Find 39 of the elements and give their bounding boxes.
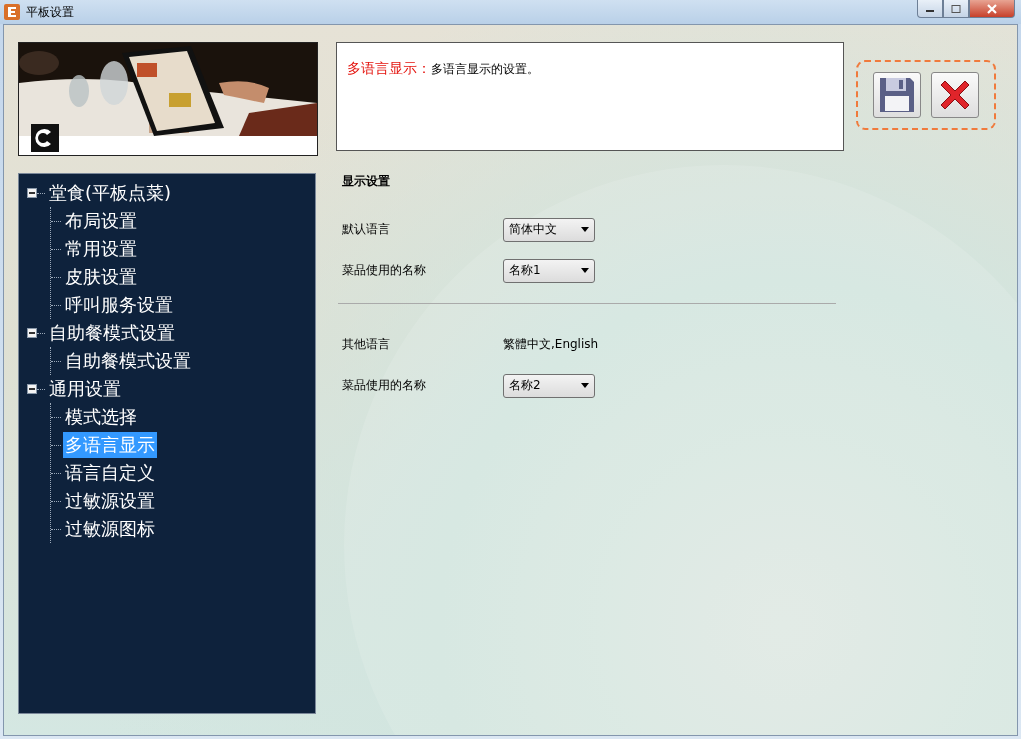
caret-icon	[581, 227, 589, 232]
minimize-button[interactable]	[917, 0, 943, 18]
field-label: 默认语言	[342, 221, 391, 238]
description-text: 多语言显示的设置。	[431, 62, 539, 76]
maximize-icon	[951, 4, 961, 13]
logo-icon	[31, 124, 59, 152]
tree-item[interactable]: 过敏源设置	[63, 488, 157, 514]
tree-item[interactable]: 过敏源图标	[63, 516, 157, 542]
tree-item[interactable]: 布局设置	[63, 208, 139, 234]
cancel-button[interactable]	[931, 72, 979, 118]
dropdown[interactable]: 名称1	[503, 258, 595, 283]
field-label: 菜品使用的名称	[342, 262, 427, 279]
tree-item[interactable]: 自助餐模式设置	[63, 348, 193, 374]
app-icon	[4, 4, 20, 20]
tree-item[interactable]: 常用设置	[63, 236, 139, 262]
save-button[interactable]	[873, 72, 921, 118]
tree-item[interactable]: 皮肤设置	[63, 264, 139, 290]
field-value: 繁體中文,English	[503, 336, 599, 353]
dropdown[interactable]: 名称2	[503, 373, 595, 398]
collapse-icon[interactable]	[27, 384, 37, 394]
dropdown[interactable]: 简体中文	[503, 217, 595, 242]
section-title: 显示设置	[342, 173, 391, 190]
caret-icon	[581, 383, 589, 388]
tree-item[interactable]: 呼叫服务设置	[63, 292, 175, 318]
caret-icon	[581, 268, 589, 273]
tree-item[interactable]: 通用设置	[47, 376, 123, 402]
collapse-icon[interactable]	[27, 188, 37, 198]
tree-item[interactable]: 自助餐模式设置	[47, 320, 177, 346]
tree-item[interactable]: 模式选择	[63, 404, 139, 430]
field-label: 菜品使用的名称	[342, 377, 427, 394]
tree-item[interactable]: 堂食(平板点菜)	[47, 180, 174, 206]
close-button[interactable]	[969, 0, 1015, 18]
tree-item[interactable]: 语言自定义	[63, 460, 157, 486]
maximize-button[interactable]	[943, 0, 969, 18]
close-icon	[986, 3, 998, 14]
description-title: 多语言显示：	[347, 60, 431, 76]
collapse-icon[interactable]	[27, 328, 37, 338]
field-label: 其他语言	[342, 336, 391, 353]
window-title: 平板设置	[26, 3, 75, 21]
